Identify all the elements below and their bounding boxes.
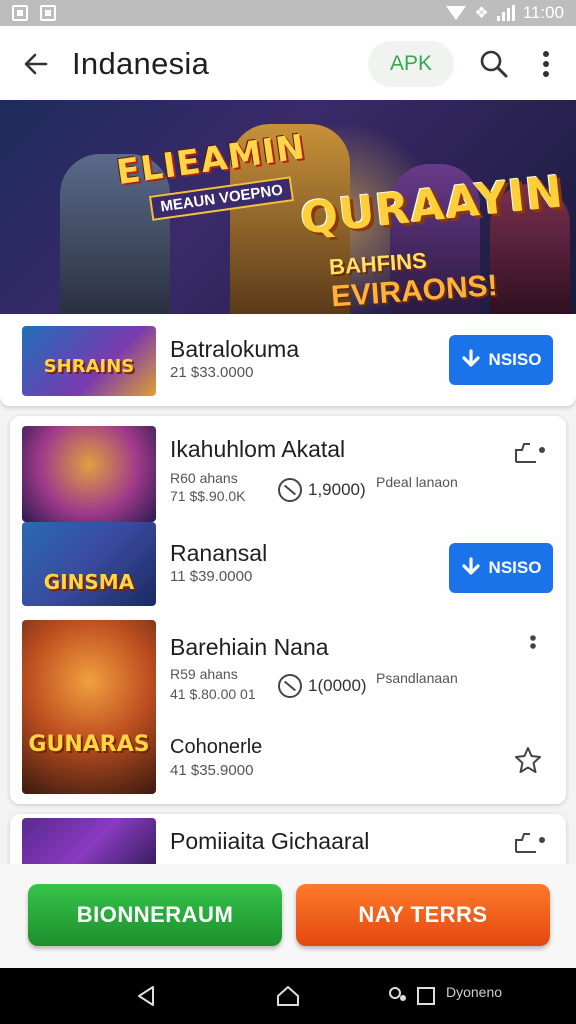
primary-action-button[interactable]: BIONNERAUM	[28, 884, 282, 946]
home-icon	[277, 986, 299, 1006]
more-vert-icon	[530, 635, 536, 649]
install-label-2: NSISO	[488, 558, 542, 577]
app-meta-4: 41 $35.9000	[170, 762, 254, 779]
more-options-button-3[interactable]	[515, 628, 551, 664]
back-arrow-icon	[24, 53, 48, 74]
app-thumb-label-2: GINSMA	[43, 570, 135, 594]
nav-assistant-button[interactable]	[384, 982, 412, 1010]
rating-icon	[278, 674, 302, 698]
app-rating-value-1: 1,9000)	[308, 480, 366, 499]
app-thumbnail-3: GUNARAS	[22, 620, 156, 794]
nav-extra-text: Dyoneno	[446, 984, 503, 1000]
app-meta-2: 11 $39.0000	[170, 568, 253, 585]
app-rating-3: 1(0000)	[278, 674, 367, 698]
share-icon	[515, 443, 545, 463]
featured-app-thumbnail: SHRAINS	[22, 326, 156, 396]
triangle-back-icon	[138, 986, 154, 1006]
system-nav-bar: Dyoneno	[0, 968, 576, 1024]
nav-home-button[interactable]	[274, 982, 302, 1010]
page-title: Indanesia	[72, 45, 210, 81]
vibrate-icon: ❖	[474, 5, 489, 22]
install-button-2[interactable]: NSISO	[449, 543, 553, 593]
search-button[interactable]	[468, 38, 520, 90]
share-button-5[interactable]	[512, 824, 548, 860]
secondary-action-button[interactable]: NAY TERRS	[296, 884, 550, 946]
notification-icon	[12, 5, 28, 21]
download-icon	[461, 349, 480, 367]
app-thumbnail-1	[22, 426, 156, 522]
featured-app-name: Batralokuma	[170, 336, 300, 362]
app-meta-3b: 41 $.80.00 01	[170, 686, 256, 702]
app-name-2: Ranansal	[170, 540, 268, 566]
assistant-icon	[389, 987, 406, 1001]
wifi-icon	[446, 6, 467, 20]
app-rating-value-3: 1(0000)	[308, 676, 367, 695]
status-time: 11:00	[522, 3, 564, 22]
signal-icon	[496, 5, 515, 21]
app-list-card: Ikahuhlom Akatal R60 ahans 71 $$.90.0K 1…	[10, 416, 566, 804]
status-bar: ❖ 11:00	[0, 0, 576, 26]
app-name-4: Cohonerle	[170, 736, 263, 758]
app-meta-1b: 71 $$.90.0K	[170, 488, 246, 504]
share-button-1[interactable]	[512, 434, 548, 470]
nav-back-button[interactable]	[132, 982, 160, 1010]
featured-install-button[interactable]: NSISO	[449, 335, 553, 385]
search-icon	[480, 50, 508, 77]
nav-recents-button[interactable]	[412, 982, 440, 1010]
app-meta-3a: R59 ahans	[170, 666, 238, 682]
notification-icon-2	[40, 5, 56, 21]
featured-app-thumb-label: SHRAINS	[43, 356, 135, 377]
app-name-3: Barehiain Nana	[170, 634, 329, 660]
featured-banner[interactable]: ELIEAMIN MEAUN VOEPNO QURAAYIN BAHFINS E…	[0, 100, 576, 314]
app-name-1: Ikahuhlom Akatal	[170, 436, 346, 462]
download-icon	[461, 557, 480, 575]
app-rating-1: 1,9000)	[278, 478, 366, 502]
favorite-button-4[interactable]	[510, 742, 546, 778]
recents-icon	[417, 987, 435, 1005]
app-bar: Indanesia APK	[0, 26, 576, 102]
rating-icon	[278, 478, 302, 502]
star-icon	[515, 747, 541, 773]
app-thumbnail-2: GINSMA	[22, 522, 156, 606]
back-button[interactable]	[0, 26, 72, 102]
app-meta-1a: R60 ahans	[170, 470, 238, 486]
more-vert-icon	[543, 50, 549, 77]
featured-install-label: NSISO	[488, 350, 542, 369]
app-extra-3: Psandlanaan	[376, 670, 458, 686]
more-options-button[interactable]	[520, 38, 572, 90]
app-extra-1: Pdeal lanaon	[376, 474, 458, 490]
app-name-5: Pomiiaita Gichaaral	[170, 828, 370, 854]
apk-chip[interactable]: APK	[368, 40, 454, 87]
featured-app-card[interactable]: SHRAINS Batralokuma 21 $33.0000 NSISO	[0, 314, 576, 406]
featured-app-size: 21 $33.0000	[170, 364, 254, 381]
share-icon	[515, 833, 545, 853]
bottom-action-bar: BIONNERAUM NAY TERRS	[0, 864, 576, 968]
app-thumb-label-3: GUNARAS	[28, 732, 150, 757]
